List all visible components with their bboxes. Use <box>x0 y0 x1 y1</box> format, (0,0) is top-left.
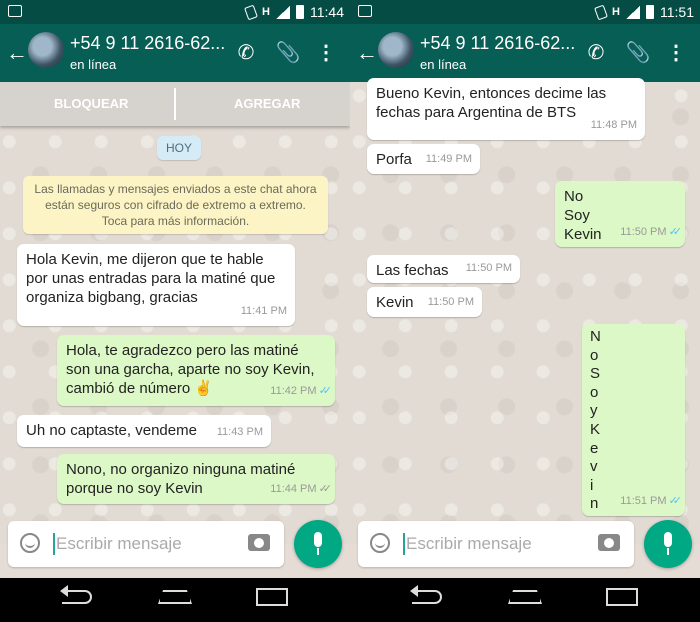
contact-name[interactable]: +54 9 11 2616-62... <box>70 33 225 54</box>
text-cursor <box>403 533 405 555</box>
phone-icon[interactable]: ✆ <box>234 40 258 64</box>
date-chip: HOY <box>157 136 202 160</box>
message-text: N o S o y K e v i n <box>590 328 601 513</box>
more-vert-icon[interactable]: ⋮ <box>314 40 338 64</box>
message-time: 11:42 PM <box>270 385 317 397</box>
status-time: 11:51 <box>660 4 694 20</box>
message-time: 11:50 PM <box>465 262 512 274</box>
nav-recent-icon[interactable] <box>606 588 638 606</box>
avatar[interactable] <box>378 32 414 68</box>
status-bar: H 11:44 <box>0 0 350 24</box>
text-cursor <box>53 533 55 555</box>
paperclip-icon[interactable]: 📎 <box>276 40 301 64</box>
chat-header: ← +54 9 11 2616-62... en línea ✆ 📎 ⋮ <box>350 24 700 82</box>
message-bubble[interactable]: Porfa 11:49 PM <box>367 144 480 174</box>
action-divider <box>174 88 176 120</box>
arrow-left-icon[interactable]: ← <box>356 42 378 64</box>
nav-recent-icon[interactable] <box>256 588 288 606</box>
message-bubble[interactable]: Hola, te agradezco pero las matiné son u… <box>57 335 335 406</box>
message-text: Hola Kevin, me dijeron que te hable por … <box>26 251 276 306</box>
contact-name[interactable]: +54 9 11 2616-62... <box>420 33 575 54</box>
message-bubble[interactable]: No Soy Kevin 11:50 PM ✓✓ <box>555 181 685 247</box>
unknown-contact-actions: BLOQUEAR AGREGAR <box>0 82 350 126</box>
camera-icon[interactable] <box>598 534 620 551</box>
battery-icon <box>296 5 304 19</box>
message-bubble[interactable]: N o S o y K e v i n 11:51 PM ✓✓ <box>582 324 685 516</box>
status-time: 11:44 <box>310 4 344 20</box>
more-vert-icon[interactable]: ⋮ <box>664 40 688 64</box>
battery-icon <box>646 5 654 19</box>
encryption-notice[interactable]: Las llamadas y mensajes enviados a este … <box>23 176 328 234</box>
emoji-icon[interactable] <box>370 533 390 553</box>
signal-icon <box>276 5 290 19</box>
arrow-left-icon[interactable]: ← <box>6 42 28 64</box>
add-contact-button[interactable]: AGREGAR <box>234 96 300 111</box>
message-input[interactable]: Escribir mensaje <box>56 534 182 554</box>
chat-screen-left: H 11:44 ← +54 9 11 2616-62... en línea ✆… <box>0 0 350 622</box>
message-time: 11:43 PM <box>216 426 263 438</box>
message-time: 11:51 PM <box>620 495 667 507</box>
contact-status: en línea <box>420 57 467 72</box>
message-bubble[interactable]: Uh no captaste, vendeme 11:43 PM <box>17 415 271 447</box>
nav-home-icon[interactable] <box>508 590 542 604</box>
nav-home-icon[interactable] <box>158 590 192 604</box>
message-bubble[interactable]: Las fechas 11:50 PM <box>367 255 520 283</box>
message-text: No Soy Kevin <box>564 188 602 243</box>
nav-back-icon[interactable] <box>60 585 92 604</box>
message-input[interactable]: Escribir mensaje <box>406 534 532 554</box>
message-time: 11:49 PM <box>425 153 472 165</box>
chat-header: ← +54 9 11 2616-62... en línea ✆ 📎 ⋮ <box>0 24 350 82</box>
network-type: H <box>262 6 270 18</box>
message-time: 11:48 PM <box>590 119 637 131</box>
delivered-ticks-icon: ✓✓ <box>318 483 333 495</box>
status-bar: H 11:51 <box>350 0 700 24</box>
gallery-notification-icon <box>358 5 372 17</box>
mic-icon[interactable] <box>294 520 342 568</box>
message-time: 11:44 PM <box>270 483 317 495</box>
read-ticks-icon: ✓✓ <box>668 226 683 238</box>
message-bubble[interactable]: Bueno Kevin, entonces decime las fechas … <box>367 78 645 140</box>
gallery-notification-icon <box>8 5 22 17</box>
mic-icon[interactable] <box>644 520 692 568</box>
message-time: 11:50 PM <box>620 226 667 238</box>
message-bubble[interactable]: Hola Kevin, me dijeron que te hable por … <box>17 244 295 326</box>
avatar[interactable] <box>28 32 64 68</box>
paperclip-icon[interactable]: 📎 <box>626 40 651 64</box>
phone-icon[interactable]: ✆ <box>584 40 608 64</box>
message-time: 11:41 PM <box>240 305 287 317</box>
vibrate-icon <box>244 4 258 20</box>
block-button[interactable]: BLOQUEAR <box>54 96 128 111</box>
system-navbar <box>350 578 700 622</box>
read-ticks-icon: ✓✓ <box>318 385 333 397</box>
system-navbar <box>0 578 350 622</box>
nav-back-icon[interactable] <box>410 585 442 604</box>
contact-status: en línea <box>70 57 117 72</box>
message-composer: Escribir mensaje <box>8 521 284 567</box>
vibrate-icon <box>594 4 608 20</box>
message-composer: Escribir mensaje <box>358 521 634 567</box>
message-bubble[interactable]: Kevin 11:50 PM <box>367 287 482 317</box>
message-time: 11:50 PM <box>427 296 474 308</box>
camera-icon[interactable] <box>248 534 270 551</box>
chat-screen-right: H 11:51 ← +54 9 11 2616-62... en línea ✆… <box>350 0 700 622</box>
message-bubble[interactable]: Nono, no organizo ninguna matiné porque … <box>57 454 335 504</box>
signal-icon <box>626 5 640 19</box>
network-type: H <box>612 6 620 18</box>
emoji-icon[interactable] <box>20 533 40 553</box>
read-ticks-icon: ✓✓ <box>668 495 683 507</box>
